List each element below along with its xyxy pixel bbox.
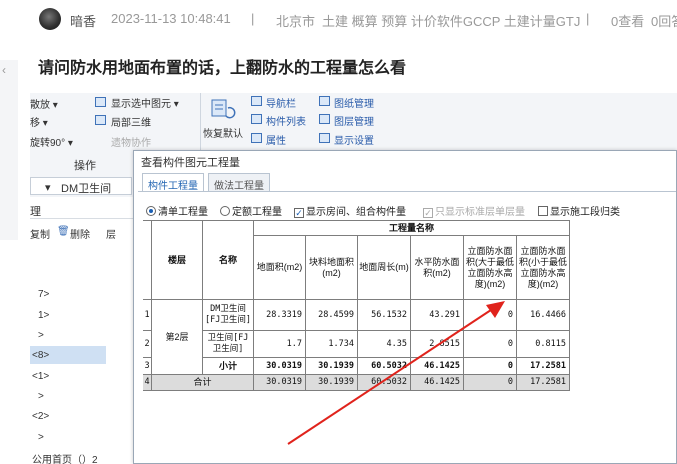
table-cell[interactable]: 16.4466: [517, 300, 570, 331]
tree-item[interactable]: >: [38, 432, 44, 443]
table-cell[interactable]: 46.1425: [411, 358, 464, 375]
table-cell[interactable]: 0: [464, 331, 517, 358]
table-cell[interactable]: 56.1532: [358, 300, 411, 331]
table-cell[interactable]: 30.1939: [306, 375, 358, 391]
table-cell[interactable]: 0: [464, 358, 517, 375]
header-name: 名称: [203, 221, 254, 300]
table-cell[interactable]: 17.2581: [517, 358, 570, 375]
answer-count: 0回答: [651, 14, 677, 29]
quantity-table: 楼层 名称 工程量名称 地面积(m2) 块料地面积(m2) 地面周长(m) 水平…: [0, 0, 647, 391]
table-cell[interactable]: 2.8515: [411, 331, 464, 358]
row-number: 4: [143, 375, 152, 391]
subtotal-label: 小计: [203, 358, 254, 375]
table-cell[interactable]: 4.35: [358, 331, 411, 358]
header-perimeter: 地面周长(m): [358, 236, 411, 300]
table-cell[interactable]: 28.4599: [306, 300, 358, 331]
row-number: 2: [143, 331, 152, 358]
header-group: 工程量名称: [254, 221, 570, 236]
header-block-area: 块料地面积(m2): [306, 236, 358, 300]
table-cell[interactable]: 30.0319: [254, 358, 306, 375]
table-cell-name[interactable]: DM卫生间[FJ卫生间]: [203, 300, 254, 331]
table-cell[interactable]: 1.7: [254, 331, 306, 358]
floor-cell[interactable]: 第2层: [152, 300, 203, 375]
table-cell[interactable]: 46.1425: [411, 375, 464, 391]
header-area: 地面积(m2): [254, 236, 306, 300]
table-cell[interactable]: 0.8115: [517, 331, 570, 358]
tree-item[interactable]: >: [38, 391, 44, 402]
table-cell[interactable]: 28.3319: [254, 300, 306, 331]
table-cell[interactable]: 0: [464, 300, 517, 331]
row-number: 1: [143, 300, 152, 331]
header-vertical-waterproof-lt: 立面防水面积(小于最低立面防水高度)(m2): [517, 236, 570, 300]
header-horizontal-waterproof: 水平防水面积(m2): [411, 236, 464, 300]
tree-item[interactable]: <2>: [32, 411, 49, 422]
tree-item[interactable]: <1>: [32, 371, 49, 382]
table-cell[interactable]: 30.0319: [254, 375, 306, 391]
tree-item[interactable]: 公用首页（）2: [32, 451, 98, 464]
table-cell[interactable]: 60.5032: [358, 375, 411, 391]
total-label: 合计: [152, 375, 254, 391]
table-cell-name[interactable]: 卫生间[FJ卫生间]: [203, 331, 254, 358]
table-cell[interactable]: 60.5032: [358, 358, 411, 375]
rownum-header: [143, 221, 152, 300]
header-floor: 楼层: [152, 221, 203, 300]
table-cell[interactable]: 17.2581: [517, 375, 570, 391]
table-cell[interactable]: 1.734: [306, 331, 358, 358]
table-cell[interactable]: 0: [464, 375, 517, 391]
header-vertical-waterproof-gt: 立面防水面积(大于最低立面防水高度)(m2): [464, 236, 517, 300]
table-cell[interactable]: 43.291: [411, 300, 464, 331]
table-cell[interactable]: 30.1939: [306, 358, 358, 375]
row-number: 3: [143, 358, 152, 375]
